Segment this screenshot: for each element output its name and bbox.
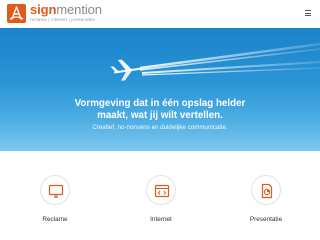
browser-code-icon — [154, 184, 170, 198]
site-header: signmention reclame | internet | present… — [0, 0, 320, 28]
hero-title: Vormgeving dat in één opslag helder maak… — [0, 98, 320, 122]
service-icon-circle — [146, 175, 176, 205]
hamburger-menu-icon[interactable] — [305, 10, 311, 16]
contrail-sky-illustration — [110, 42, 320, 81]
service-presentatie[interactable]: Presentatie — [236, 175, 296, 223]
tagline: reclame | internet | presentatie — [30, 17, 96, 22]
service-label-reclame: Reclame — [42, 216, 68, 223]
airplane-icon — [110, 59, 142, 81]
logo-mark-icon — [7, 4, 26, 23]
brand-part-mention: mention — [56, 2, 102, 17]
hero-title-line-2: maakt, wat jij wilt vertellen. — [97, 110, 223, 121]
service-icon-circle — [251, 175, 281, 205]
services-section: Reclame Internet Presentatie — [0, 151, 320, 240]
monitor-icon — [48, 184, 64, 198]
service-label-presentatie: Presentatie — [249, 216, 283, 223]
service-label-internet: Internet — [150, 216, 172, 223]
service-internet[interactable]: Internet — [131, 175, 191, 223]
service-reclame[interactable]: Reclame — [25, 175, 85, 223]
brand-name: signmention — [30, 3, 102, 16]
service-icon-circle — [40, 175, 70, 205]
brand-part-sign: sign — [30, 2, 57, 17]
hero-subtitle: Creatief, no-nonsens en duidelijke commu… — [92, 124, 228, 131]
hero-banner: Vormgeving dat in één opslag helder maak… — [0, 28, 320, 151]
hero-title-line-1: Vormgeving dat in één opslag helder — [74, 98, 246, 109]
document-chart-icon — [261, 183, 273, 199]
logo[interactable]: signmention reclame | internet | present… — [7, 3, 102, 23]
